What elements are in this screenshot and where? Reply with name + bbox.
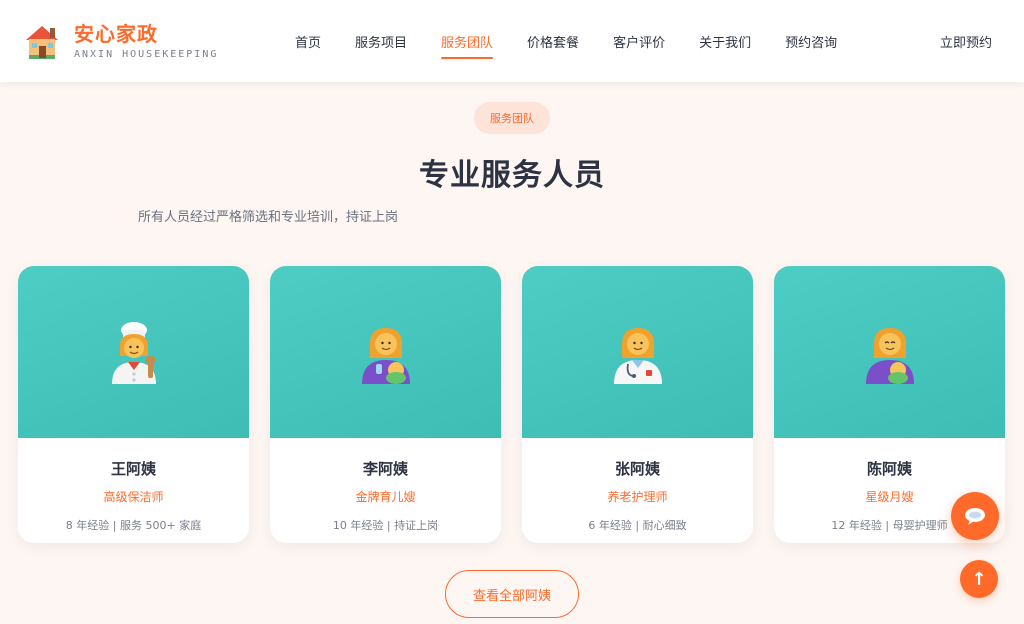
card-image-area — [774, 266, 1005, 438]
house-icon — [26, 26, 58, 59]
brand-subtitle: ANXIN HOUSEKEEPING — [74, 49, 219, 60]
woman-feeding-baby-icon — [361, 328, 410, 384]
main-nav: 首页 服务项目 服务团队 价格套餐 客户评价 关于我们 预约咨询 — [278, 0, 854, 82]
nav-item-services[interactable]: 服务项目 — [355, 26, 407, 57]
nav-item-pricing[interactable]: 价格套餐 — [527, 26, 579, 57]
back-to-top-button[interactable]: ↑ — [960, 560, 998, 598]
card-image-area — [522, 266, 753, 438]
arrow-up-icon: ↑ — [971, 568, 987, 590]
staff-meta: 10 年经验 | 持证上岗 — [332, 519, 439, 532]
nav-item-team[interactable]: 服务团队 — [441, 26, 494, 59]
staff-role: 金牌育儿嫂 — [355, 490, 416, 504]
staff-role: 高级保洁师 — [103, 490, 164, 504]
chat-bubble-icon — [965, 508, 985, 525]
view-all-staff-button[interactable]: 查看全部阿姨 — [445, 570, 579, 618]
section-title: 专业服务人员 — [419, 158, 605, 193]
brand-title: 安心家政 — [74, 22, 158, 46]
staff-name: 陈阿姨 — [866, 460, 912, 478]
chat-button[interactable] — [951, 492, 999, 540]
section-tag: 服务团队 — [474, 102, 550, 134]
staff-card-li[interactable]: 李阿姨 金牌育儿嫂 10 年经验 | 持证上岗 — [270, 266, 501, 543]
site-header: 安心家政 ANXIN HOUSEKEEPING 首页 服务项目 服务团队 价格套… — [0, 0, 1024, 82]
staff-meta: 8 年经验 | 服务 500+ 家庭 — [65, 519, 202, 532]
staff-card-zhang[interactable]: 张阿姨 养老护理师 6 年经验 | 耐心细致 — [522, 266, 753, 543]
staff-name: 张阿姨 — [614, 460, 660, 478]
woman-feeding-baby-icon — [865, 328, 914, 384]
health-worker-woman-icon — [613, 328, 662, 384]
staff-role: 养老护理师 — [607, 490, 668, 504]
nav-item-about[interactable]: 关于我们 — [699, 26, 751, 57]
book-now-link[interactable]: 立即预约 — [940, 32, 992, 51]
staff-meta: 6 年经验 | 耐心细致 — [588, 519, 687, 532]
logo[interactable]: 安心家政 ANXIN HOUSEKEEPING — [24, 22, 218, 62]
card-image-area — [18, 266, 249, 438]
nav-item-reviews[interactable]: 客户评价 — [613, 26, 665, 57]
section-description: 所有人员经过严格筛选和专业培训，持证上岗 — [138, 210, 399, 225]
staff-name: 王阿姨 — [110, 460, 156, 478]
staff-card-wang[interactable]: 王阿姨 高级保洁师 8 年经验 | 服务 500+ 家庭 — [18, 266, 249, 543]
nav-item-consult[interactable]: 预约咨询 — [785, 26, 837, 57]
staff-name: 李阿姨 — [362, 460, 408, 478]
cook-woman-icon — [111, 322, 156, 384]
card-image-area — [270, 266, 501, 438]
nav-item-home[interactable]: 首页 — [295, 26, 321, 57]
